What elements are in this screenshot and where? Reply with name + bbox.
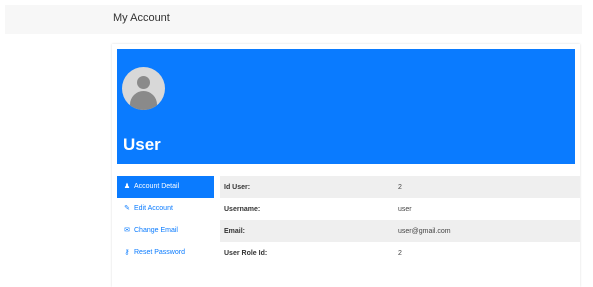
field-value: user@gmail.com: [398, 227, 451, 235]
account-details-table: Id User: 2 Username: user Email: user@gm…: [220, 176, 580, 264]
field-value: 2: [398, 249, 402, 257]
account-card: User ♟ Account Detail ✎ Edit Account ✉ C…: [112, 44, 580, 287]
avatar: [122, 67, 165, 110]
menu-item-edit-account[interactable]: ✎ Edit Account: [117, 198, 214, 220]
profile-name: User: [123, 135, 161, 154]
table-row: User Role Id: 2: [220, 242, 580, 264]
page-title: My Account: [113, 12, 170, 24]
field-label: User Role Id:: [224, 249, 268, 257]
key-icon: ⚷: [124, 249, 130, 256]
menu-item-account-detail[interactable]: ♟ Account Detail: [117, 176, 214, 198]
top-bar: My Account: [5, 5, 582, 34]
menu-item-label: Change Email: [134, 227, 178, 234]
field-label: Id User:: [224, 183, 251, 191]
menu-item-label: Account Detail: [134, 183, 180, 190]
avatar-body-icon: [130, 91, 157, 110]
menu-item-label: Edit Account: [134, 205, 173, 212]
table-row: Email: user@gmail.com: [220, 220, 580, 242]
user-icon: ♟: [123, 183, 131, 190]
table-row: Username: user: [220, 198, 580, 220]
avatar-head-icon: [137, 76, 150, 89]
field-value: 2: [398, 183, 402, 191]
table-row: Id User: 2: [220, 176, 580, 198]
field-value: user: [398, 205, 412, 213]
menu-item-change-email[interactable]: ✉ Change Email: [117, 220, 214, 242]
profile-banner: User: [117, 49, 575, 164]
account-menu: ♟ Account Detail ✎ Edit Account ✉ Change…: [117, 176, 214, 264]
field-label: Email:: [224, 227, 246, 235]
envelope-icon: ✉: [124, 227, 130, 234]
edit-icon: ✎: [124, 205, 130, 212]
menu-item-label: Reset Password: [134, 249, 185, 256]
field-label: Username:: [224, 205, 261, 213]
menu-item-reset-password[interactable]: ⚷ Reset Password: [117, 242, 214, 264]
